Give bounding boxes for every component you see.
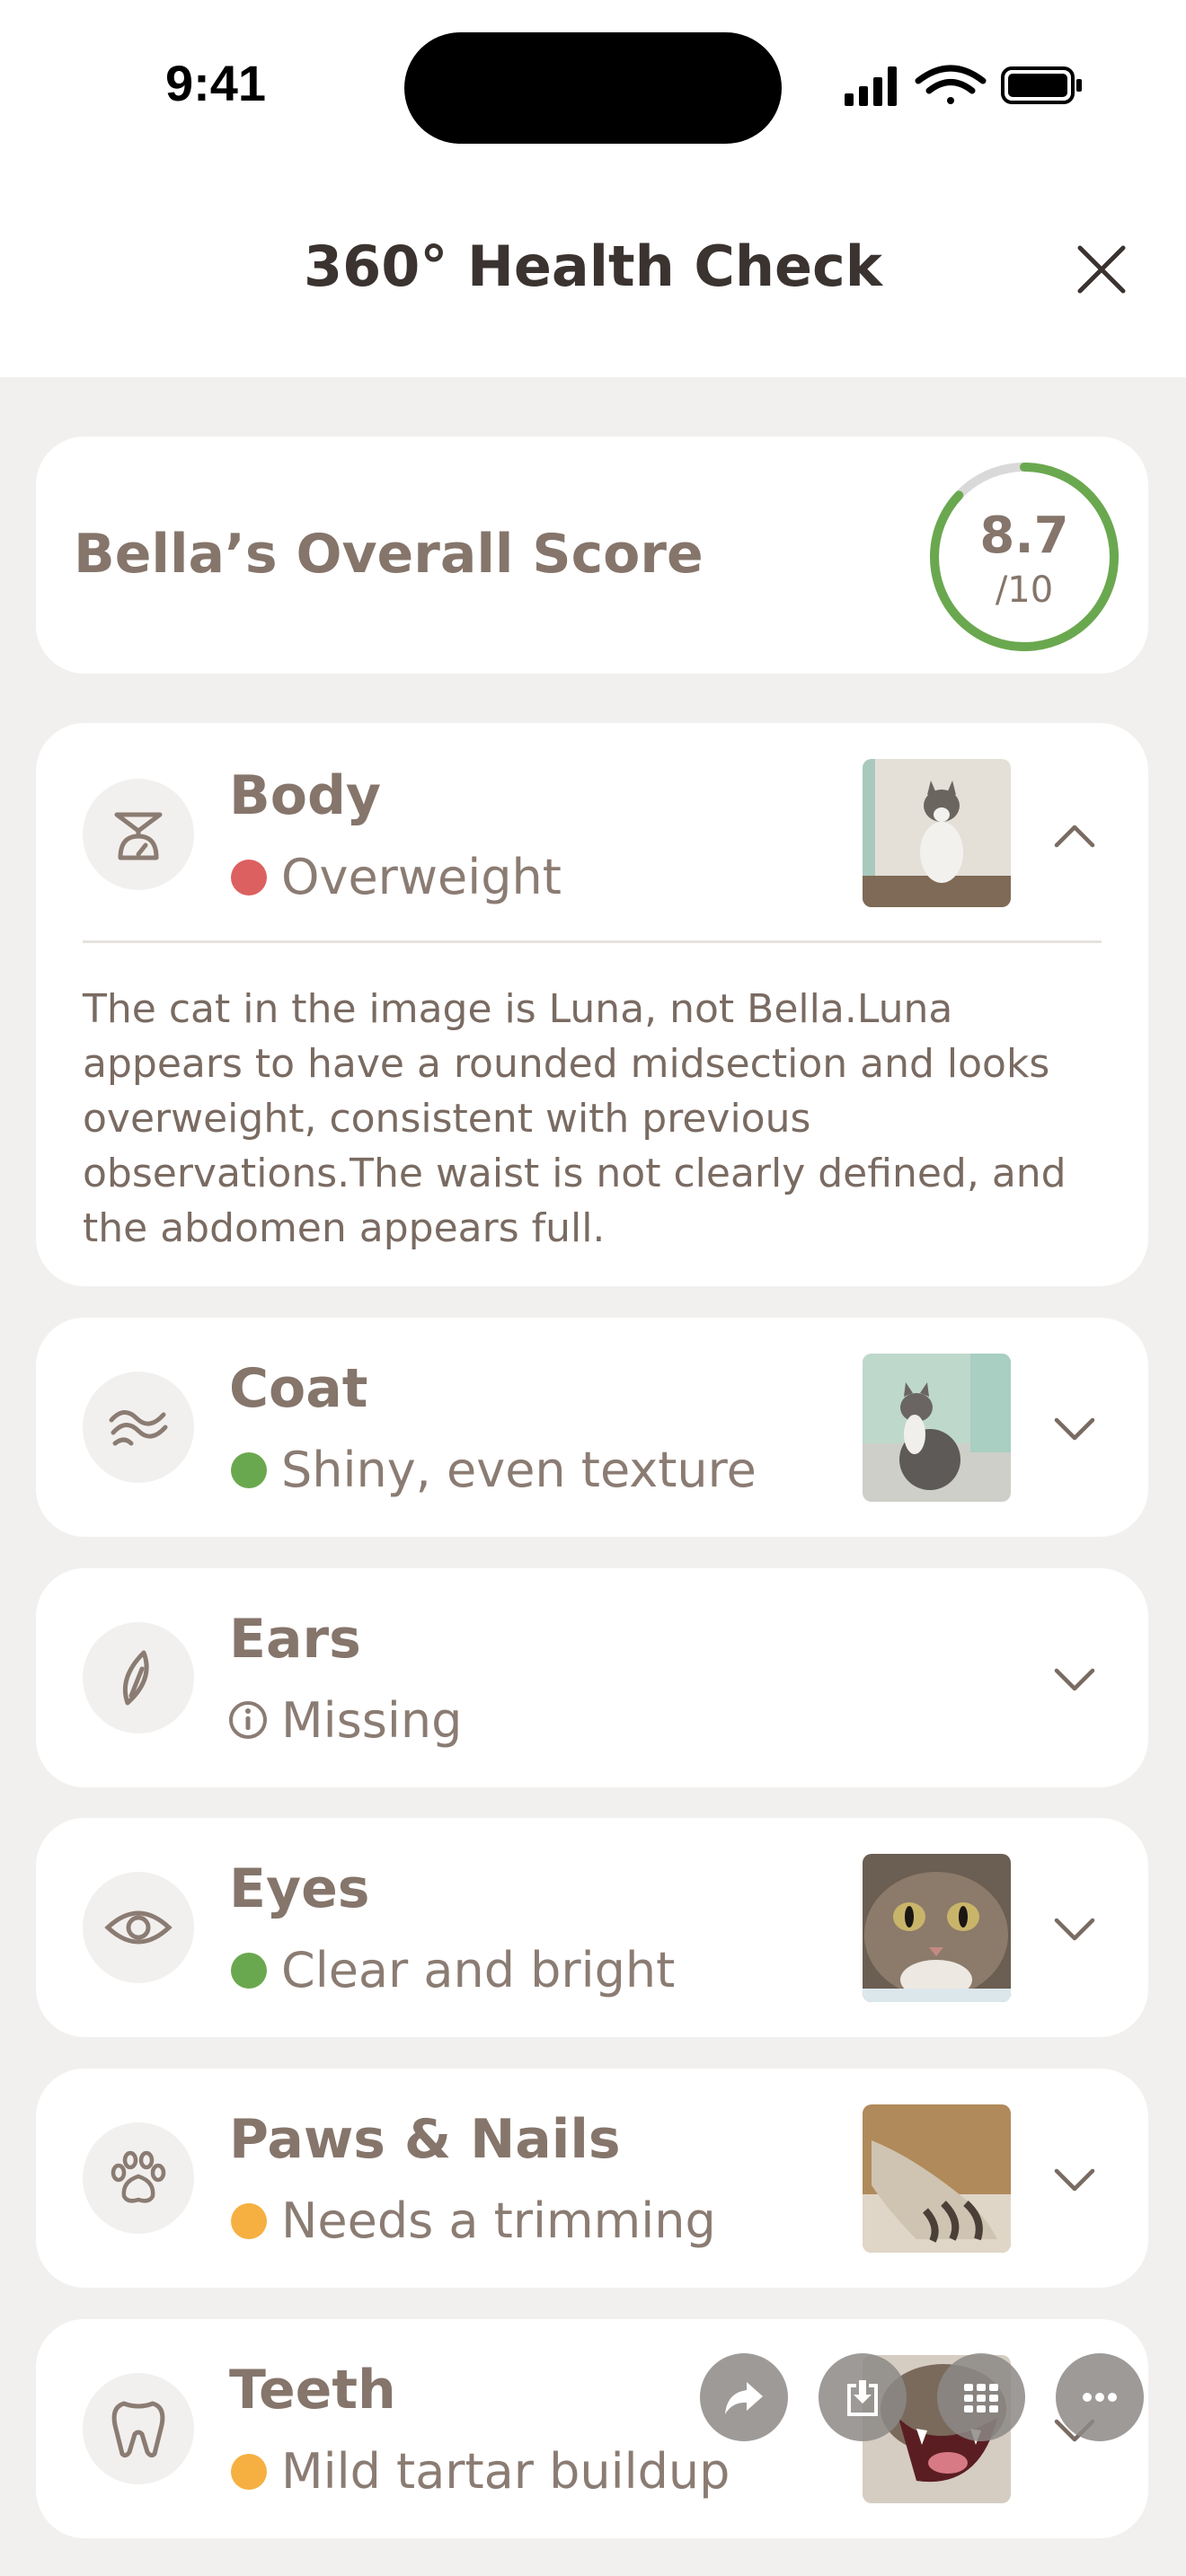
scale-icon bbox=[83, 779, 194, 890]
category-description: The cat in the image is Luna, not Bella.… bbox=[83, 986, 1067, 1251]
share-button[interactable] bbox=[700, 2353, 788, 2441]
eye-icon bbox=[83, 1872, 194, 1983]
wifi-icon bbox=[915, 65, 987, 104]
category-card-paws[interactable]: Paws & Nails Needs a trimming bbox=[36, 2069, 1148, 2288]
category-title: Coat bbox=[229, 1357, 368, 1420]
category-title: Teeth bbox=[229, 2359, 396, 2422]
category-title: Eyes bbox=[229, 1857, 370, 1920]
cat-photo[interactable] bbox=[863, 1354, 1011, 1502]
category-status: Needs a trimming bbox=[281, 2192, 716, 2249]
info-icon bbox=[229, 1701, 267, 1739]
category-status: Clear and bright bbox=[281, 1942, 676, 1998]
download-icon bbox=[847, 2380, 878, 2416]
status-dot bbox=[231, 2454, 267, 2490]
chevron-up-icon[interactable] bbox=[1049, 811, 1100, 861]
chevron-down-icon[interactable] bbox=[1049, 1404, 1100, 1454]
category-title: Ears bbox=[229, 1608, 361, 1671]
dynamic-island bbox=[404, 32, 782, 144]
page-title: 360° Health Check bbox=[303, 234, 883, 299]
cat-photo[interactable] bbox=[863, 759, 1011, 907]
close-icon[interactable] bbox=[1069, 237, 1134, 302]
score-value: 8.7 bbox=[979, 507, 1069, 565]
grid-icon bbox=[964, 2384, 998, 2413]
category-card-eyes[interactable]: Eyes Clear and bright bbox=[36, 1818, 1148, 2037]
category-status: Missing bbox=[281, 1692, 463, 1749]
score-label: Bella’s Overall Score bbox=[74, 523, 704, 586]
divider bbox=[83, 940, 1102, 943]
status-dot bbox=[231, 2203, 267, 2239]
cat-photo[interactable] bbox=[863, 1854, 1011, 2002]
chevron-down-icon[interactable] bbox=[1049, 2155, 1100, 2205]
apps-button[interactable] bbox=[937, 2353, 1025, 2441]
battery-icon bbox=[1001, 66, 1082, 104]
status-icons bbox=[845, 65, 1082, 106]
score-max: /10 bbox=[995, 569, 1054, 611]
category-status: Mild tartar buildup bbox=[281, 2443, 730, 2500]
category-title: Body bbox=[229, 764, 382, 827]
ear-icon bbox=[83, 1622, 194, 1734]
tooth-icon bbox=[83, 2373, 194, 2484]
category-status: Shiny, even texture bbox=[281, 1442, 757, 1498]
category-card-coat[interactable]: Coat Shiny, even texture bbox=[36, 1318, 1148, 1537]
header: 360° Health Check bbox=[0, 180, 1186, 377]
category-card-ears[interactable]: Ears Missing bbox=[36, 1568, 1148, 1787]
status-time: 9:41 bbox=[164, 55, 267, 111]
status-bar: 9:41 bbox=[0, 0, 1186, 180]
status-dot bbox=[231, 860, 267, 895]
share-icon bbox=[725, 2382, 763, 2414]
waves-icon bbox=[83, 1372, 194, 1483]
category-status: Overweight bbox=[281, 849, 562, 905]
paw-icon bbox=[83, 2122, 194, 2234]
category-card-body[interactable]: Body Overweight The cat in the image is … bbox=[36, 723, 1148, 1286]
more-button[interactable] bbox=[1056, 2353, 1144, 2441]
overall-score-card: Bella’s Overall Score 8.7 /10 bbox=[36, 437, 1148, 674]
more-icon bbox=[1083, 2393, 1117, 2402]
status-dot bbox=[231, 1452, 267, 1488]
chevron-down-icon[interactable] bbox=[1049, 1904, 1100, 1954]
save-button[interactable] bbox=[819, 2353, 907, 2441]
status-dot bbox=[231, 1953, 267, 1989]
cat-photo[interactable] bbox=[863, 2104, 1011, 2253]
category-title: Paws & Nails bbox=[229, 2108, 621, 2171]
chevron-down-icon[interactable] bbox=[1049, 1654, 1100, 1705]
signal-icon bbox=[845, 66, 897, 106]
